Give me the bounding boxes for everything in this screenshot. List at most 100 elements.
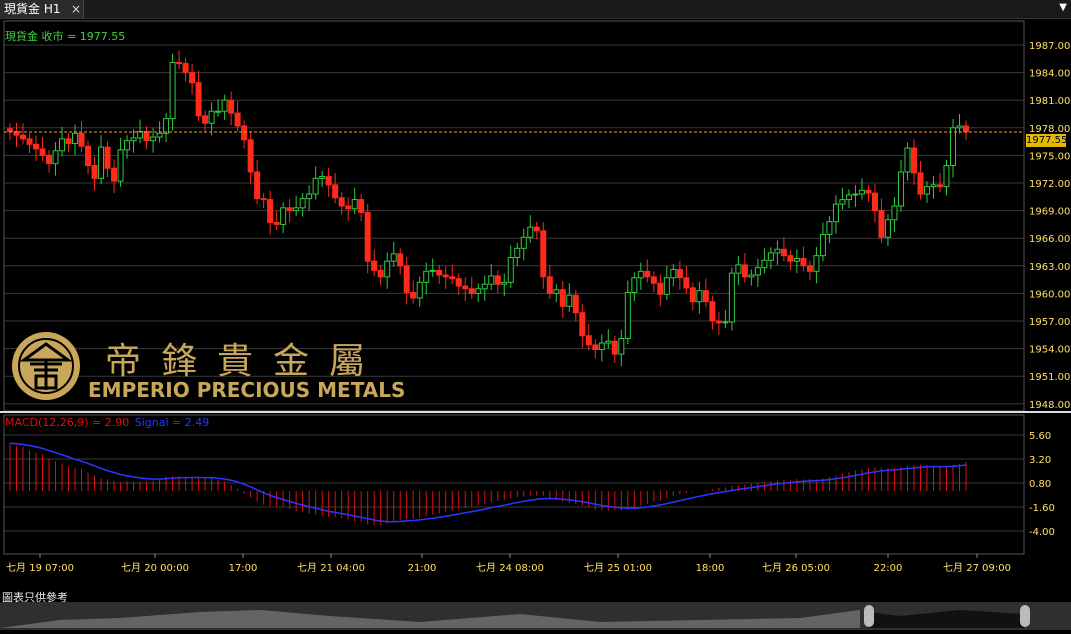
candle-body <box>228 99 235 114</box>
candle-body <box>806 265 813 272</box>
candle-body <box>832 203 839 223</box>
candle-body <box>741 264 748 278</box>
candle-body <box>39 148 46 156</box>
candle-body <box>442 274 449 278</box>
candle-body <box>852 193 859 196</box>
candle-body <box>208 110 215 124</box>
close-icon[interactable]: × <box>70 0 82 18</box>
candle-body <box>156 132 163 138</box>
price-tick-label: 1966.00 <box>1029 234 1070 245</box>
candle-body <box>923 186 930 195</box>
candle-body <box>364 211 371 262</box>
candle-body <box>254 171 261 200</box>
candle-body <box>800 257 807 267</box>
candle-body <box>384 260 391 278</box>
candle-body <box>858 189 865 195</box>
candle-body <box>221 99 228 112</box>
scroll-handle-right[interactable] <box>1020 605 1030 627</box>
candle-body <box>553 289 560 294</box>
candle-body <box>735 264 742 274</box>
candle-body <box>865 189 872 194</box>
candle-body <box>202 115 209 124</box>
candle-body <box>423 270 430 283</box>
candle-body <box>98 146 105 179</box>
macd-pane-frame <box>3 414 1025 555</box>
candle-body <box>579 312 586 337</box>
candle-body <box>397 253 404 267</box>
candle-body <box>455 278 462 287</box>
scroll-handle-left[interactable] <box>864 605 874 627</box>
candle-body <box>176 61 183 64</box>
price-tick-label: 1954.00 <box>1029 345 1070 356</box>
candle-body <box>598 342 605 351</box>
tab-label: 現貨金 H1 <box>4 2 61 16</box>
candle-body <box>59 138 66 152</box>
candle-body <box>787 255 794 262</box>
candle-body <box>774 248 781 254</box>
logo-latin-text: EMPERIO PRECIOUS METALS <box>88 378 406 402</box>
candle-body <box>657 282 664 295</box>
candle-body <box>78 132 85 147</box>
price-tick-label: 1969.00 <box>1029 207 1070 218</box>
candle-body <box>241 125 248 141</box>
macd-tick-label: 3.20 <box>1029 455 1051 466</box>
candle-body <box>748 274 755 278</box>
candle-body <box>618 337 625 355</box>
candle-body <box>72 132 79 144</box>
chart-area[interactable]: 1987.001984.001981.001978.001975.001972.… <box>0 19 1071 602</box>
candle-body <box>780 248 787 257</box>
current-price-tag: 1977.55 <box>1026 134 1068 147</box>
candle-body <box>338 197 345 207</box>
candle-body <box>533 226 540 232</box>
x-tick-label: 七月 20 00:00 <box>121 562 189 574</box>
candle-body <box>65 138 72 144</box>
candle-body <box>410 291 417 299</box>
price-tick-label: 1972.00 <box>1029 179 1070 190</box>
candle-body <box>429 269 436 272</box>
candle-body <box>215 110 222 113</box>
candle-body <box>189 72 196 84</box>
candle-body <box>312 177 319 195</box>
candle-body <box>26 138 33 145</box>
candle-body <box>46 154 53 165</box>
candle-body <box>546 276 553 294</box>
price-tick-label: 1948.00 <box>1029 400 1070 411</box>
tab-spot-gold[interactable]: 現貨金 H1 × <box>0 0 84 18</box>
chart-scrollbar[interactable] <box>0 602 1071 630</box>
candle-body <box>481 283 488 290</box>
candle-body <box>767 252 774 261</box>
x-tick-label: 七月 25 01:00 <box>584 562 652 574</box>
candle-body <box>247 139 254 173</box>
x-tick-label: 22:00 <box>874 563 903 574</box>
chevron-down-icon[interactable]: ▼ <box>1059 2 1067 13</box>
candle-body <box>104 146 111 169</box>
candle-body <box>624 291 631 339</box>
candle-body <box>20 134 27 140</box>
candle-body <box>52 150 59 165</box>
macd-tick-label: -1.60 <box>1029 503 1055 514</box>
candle-body <box>85 145 92 167</box>
candle-body <box>871 192 878 212</box>
title-bar: 現貨金 H1 × ▼ <box>0 0 1071 19</box>
candle-body <box>878 210 885 238</box>
candle-body <box>956 125 963 129</box>
candle-body <box>819 234 826 257</box>
candle-body <box>605 340 612 344</box>
x-tick-label: 21:00 <box>408 563 437 574</box>
candle-body <box>377 269 384 278</box>
candle-body <box>793 257 800 262</box>
macd-tick-label: -4.00 <box>1029 527 1055 538</box>
price-tick-label: 1981.00 <box>1029 96 1070 107</box>
candle-body <box>130 137 137 142</box>
candle-body <box>904 147 911 173</box>
candle-body <box>884 219 891 238</box>
candle-body <box>676 268 683 279</box>
candle-body <box>585 335 592 346</box>
candle-body <box>722 321 729 324</box>
candle-body <box>260 198 267 201</box>
candle-body <box>566 294 573 307</box>
candle-body <box>137 130 144 139</box>
candle-body <box>540 230 547 278</box>
candle-body <box>761 259 768 269</box>
candle-body <box>150 136 157 142</box>
